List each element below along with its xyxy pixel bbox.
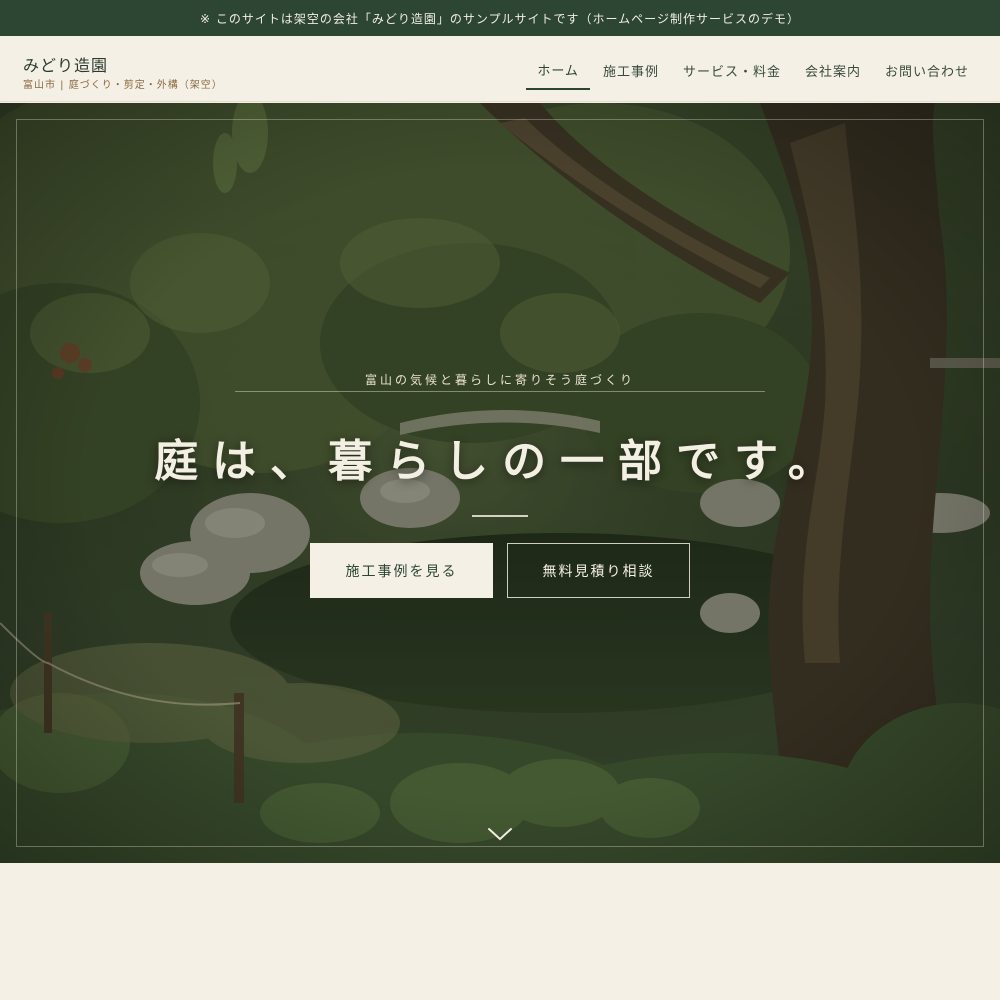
nav-item-works[interactable]: 施工事例 xyxy=(592,50,670,90)
chevron-down-icon[interactable] xyxy=(486,825,514,845)
site-logo[interactable]: みどり造園 xyxy=(23,52,108,76)
hero-title-rule xyxy=(472,515,528,517)
hero-tagline: 富山の気候と暮らしに寄りそう庭づくり xyxy=(364,373,635,387)
hero-tagline-divider xyxy=(235,391,765,392)
site-tagline: 富山市 | 庭づくり・剪定・外構（架空） xyxy=(23,80,223,91)
announcement-text: ※ このサイトは架空の会社「みどり造園」のサンプルサイトです（ホームページ制作サ… xyxy=(200,11,800,26)
nav-item-company[interactable]: 会社案内 xyxy=(794,50,872,90)
announcement-bar: ※ このサイトは架空の会社「みどり造園」のサンプルサイトです（ホームページ制作サ… xyxy=(0,0,1000,36)
view-works-button[interactable]: 施工事例を見る xyxy=(310,543,493,598)
nav-item-contact[interactable]: お問い合わせ xyxy=(874,50,980,90)
nav-item-services[interactable]: サービス・料金 xyxy=(672,50,792,90)
hero-section: 富山の気候と暮らしに寄りそう庭づくり 庭は、暮らしの一部です。 施工事例を見る … xyxy=(0,103,1000,863)
hero-title: 庭は、暮らしの一部です。 xyxy=(154,436,846,487)
site-header: みどり造園 富山市 | 庭づくり・剪定・外構（架空） ホーム 施工事例 サービス… xyxy=(0,36,1000,102)
content-area xyxy=(0,863,1000,1000)
main-nav: ホーム 施工事例 サービス・料金 会社案内 お問い合わせ xyxy=(524,50,980,90)
free-estimate-button[interactable]: 無料見積り相談 xyxy=(507,543,690,598)
nav-item-home[interactable]: ホーム xyxy=(526,50,590,90)
